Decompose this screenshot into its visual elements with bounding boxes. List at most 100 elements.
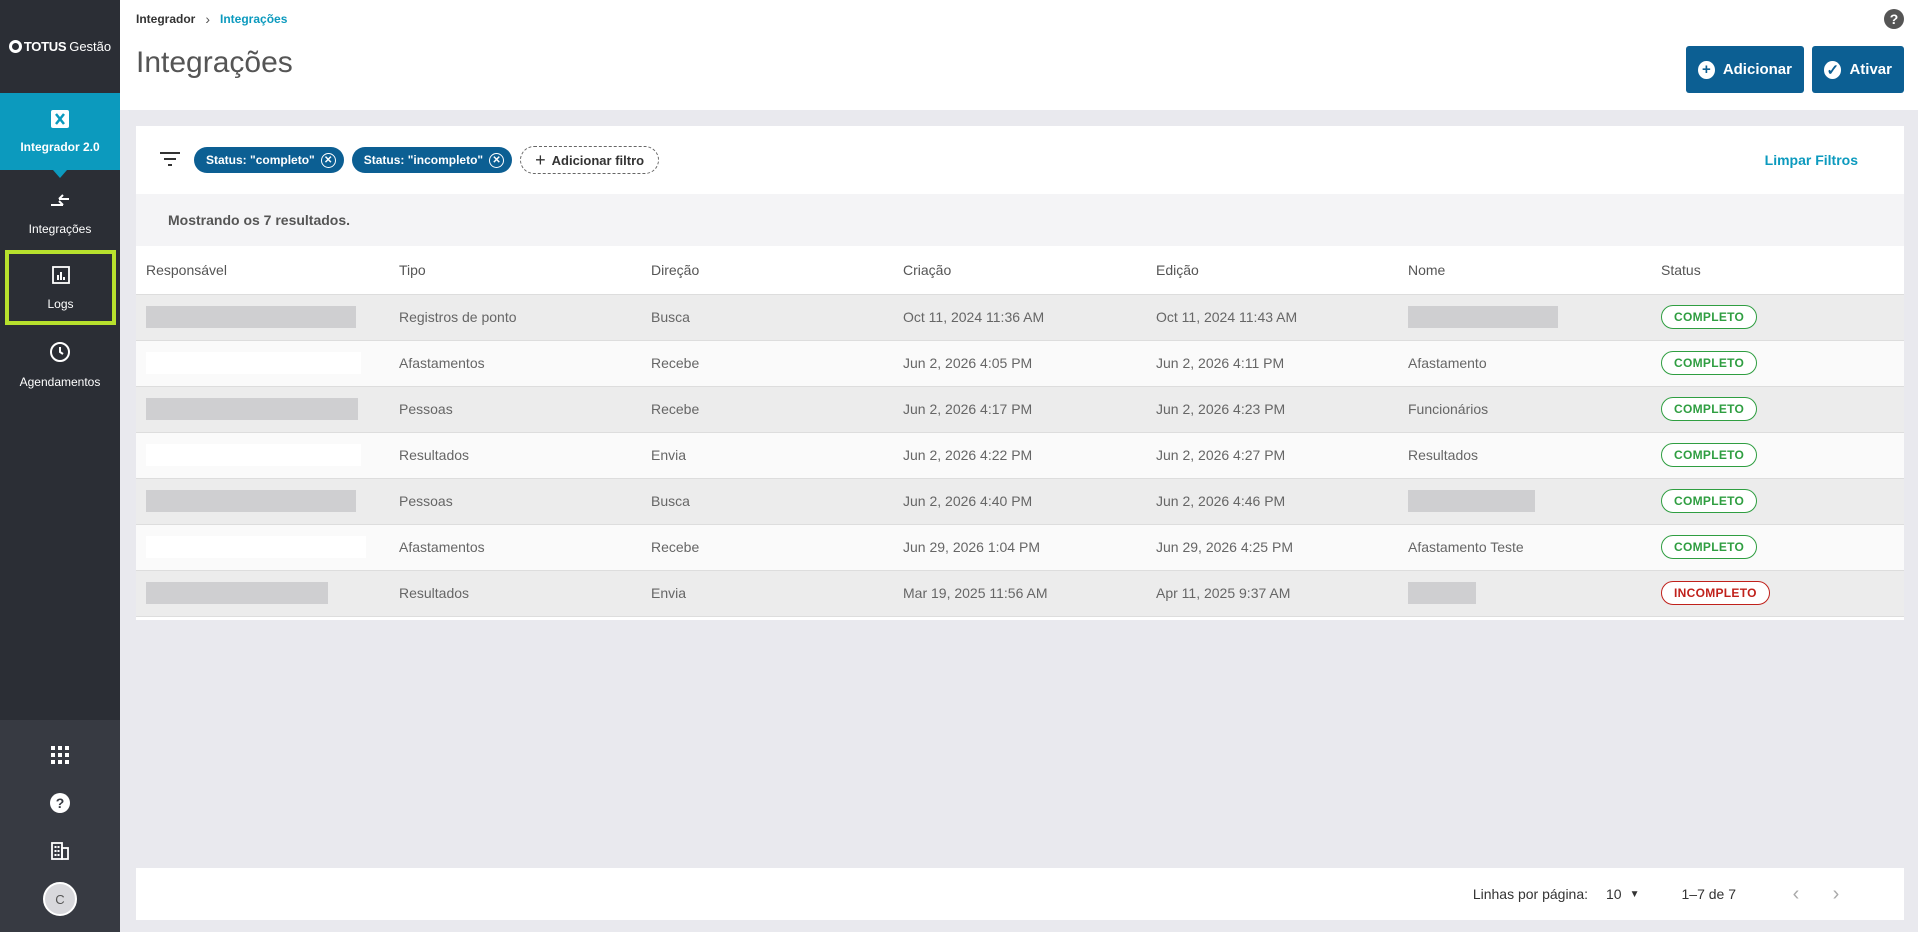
redacted-block bbox=[146, 398, 358, 420]
cell-direcao: Recebe bbox=[641, 386, 893, 433]
cell-tipo: Pessoas bbox=[389, 386, 641, 433]
add-button[interactable]: + Adicionar bbox=[1686, 46, 1804, 93]
cell-criacao: Jun 2, 2026 4:05 PM bbox=[893, 340, 1146, 387]
sidebar-item-label: Logs bbox=[47, 296, 74, 311]
cell-status: INCOMPLETO bbox=[1651, 570, 1904, 617]
column-header-responsavel[interactable]: Responsável bbox=[136, 246, 389, 295]
redacted-block bbox=[146, 306, 356, 328]
rows-per-page-label: Linhas por página: bbox=[1472, 886, 1589, 902]
logo-product: Gestão bbox=[69, 39, 112, 54]
avatar[interactable]: C bbox=[43, 882, 77, 916]
cell-nome: Resultados bbox=[1398, 432, 1651, 479]
redacted-block bbox=[146, 444, 361, 466]
add-filter-button[interactable]: + Adicionar filtro bbox=[520, 146, 660, 174]
redacted-block bbox=[146, 582, 328, 604]
column-header-nome[interactable]: Nome bbox=[1398, 246, 1651, 295]
filter-bar: Status: "completo" ✕ Status: "incompleto… bbox=[136, 126, 1904, 194]
sidebar-item-integrador[interactable]: Integrador 2.0 bbox=[0, 93, 120, 178]
filter-chip-completo[interactable]: Status: "completo" ✕ bbox=[194, 147, 344, 173]
cell-status: COMPLETO bbox=[1651, 340, 1904, 387]
column-header-tipo[interactable]: Tipo bbox=[389, 246, 641, 295]
logo-ring-icon bbox=[8, 40, 22, 53]
pagination-range: 1–7 de 7 bbox=[1681, 886, 1737, 902]
apps-grid-icon[interactable] bbox=[49, 744, 71, 766]
sidebar-item-agendamentos[interactable]: Agendamentos bbox=[0, 328, 120, 402]
logo: TOTUS Gestão bbox=[0, 0, 120, 93]
arrows-swap-icon bbox=[49, 194, 71, 215]
table-row[interactable]: Resultados Envia Mar 19, 2025 11:56 AM A… bbox=[136, 570, 1904, 617]
breadcrumb-item-current[interactable]: Integrações bbox=[220, 12, 287, 26]
cell-edicao: Jun 2, 2026 4:27 PM bbox=[1146, 432, 1398, 479]
building-icon[interactable] bbox=[49, 840, 71, 862]
filter-icon[interactable] bbox=[160, 152, 182, 168]
clear-filters-link[interactable]: Limpar Filtros bbox=[1765, 152, 1858, 168]
rows-per-page-select[interactable]: 10 ▼ bbox=[1606, 886, 1639, 902]
column-header-status[interactable]: Status bbox=[1651, 246, 1904, 295]
sidebar-item-label: Agendamentos bbox=[19, 375, 101, 389]
close-icon[interactable]: ✕ bbox=[489, 152, 505, 168]
redacted-block bbox=[146, 352, 361, 374]
status-badge: COMPLETO bbox=[1661, 535, 1758, 559]
table-row[interactable]: Registros de ponto Busca Oct 11, 2024 11… bbox=[136, 294, 1904, 341]
status-badge: INCOMPLETO bbox=[1661, 581, 1770, 605]
status-badge: COMPLETO bbox=[1661, 351, 1758, 375]
redacted-block bbox=[146, 536, 366, 558]
cell-criacao: Jun 2, 2026 4:17 PM bbox=[893, 386, 1146, 433]
cell-tipo: Resultados bbox=[389, 432, 641, 479]
cell-nome bbox=[1398, 570, 1651, 617]
svg-text:?: ? bbox=[56, 795, 65, 811]
cell-nome bbox=[1398, 294, 1651, 341]
activate-button-label: Ativar bbox=[1849, 61, 1892, 78]
filter-chip-label: Status: "incompleto" bbox=[363, 153, 484, 167]
table-row[interactable]: Afastamentos Recebe Jun 29, 2026 1:04 PM… bbox=[136, 524, 1904, 571]
cell-edicao: Apr 11, 2025 9:37 AM bbox=[1146, 570, 1398, 617]
chevron-right-icon: › bbox=[205, 11, 211, 27]
sidebar: TOTUS Gestão Integrador 2.0 Integrações … bbox=[0, 0, 120, 932]
chart-icon bbox=[51, 265, 71, 290]
cell-tipo: Afastamentos bbox=[389, 340, 641, 387]
activate-button[interactable]: ✓ Ativar bbox=[1812, 46, 1904, 93]
integrations-table: Responsável Tipo Direção Criação Edição … bbox=[136, 246, 1904, 617]
cell-responsavel bbox=[136, 524, 389, 571]
cell-tipo: Afastamentos bbox=[389, 524, 641, 571]
table-row[interactable]: Resultados Envia Jun 2, 2026 4:22 PM Jun… bbox=[136, 432, 1904, 479]
breadcrumb-item[interactable]: Integrador bbox=[136, 12, 195, 26]
filter-chip-incompleto[interactable]: Status: "incompleto" ✕ bbox=[351, 147, 513, 173]
cell-responsavel bbox=[136, 432, 389, 479]
sidebar-item-integracoes[interactable]: Integrações bbox=[0, 178, 120, 252]
column-header-edicao[interactable]: Edição bbox=[1146, 246, 1398, 295]
table-row[interactable]: Afastamentos Recebe Jun 2, 2026 4:05 PM … bbox=[136, 340, 1904, 387]
check-circle-icon: ✓ bbox=[1824, 60, 1842, 79]
cell-edicao: Jun 29, 2026 4:25 PM bbox=[1146, 524, 1398, 571]
help-icon[interactable]: ? bbox=[1884, 9, 1904, 29]
redacted-block bbox=[1408, 306, 1558, 328]
table-header-row: Responsável Tipo Direção Criação Edição … bbox=[136, 246, 1904, 295]
cell-responsavel bbox=[136, 570, 389, 617]
plus-circle-icon: + bbox=[1698, 60, 1715, 79]
table-row[interactable]: Pessoas Recebe Jun 2, 2026 4:17 PM Jun 2… bbox=[136, 386, 1904, 433]
status-badge: COMPLETO bbox=[1661, 489, 1758, 513]
status-badge: COMPLETO bbox=[1661, 443, 1758, 467]
sidebar-bottom: ? C bbox=[0, 720, 120, 932]
help-circle-icon[interactable]: ? bbox=[49, 792, 71, 814]
redacted-block bbox=[1408, 582, 1476, 604]
cell-criacao: Jun 29, 2026 1:04 PM bbox=[893, 524, 1146, 571]
table-row[interactable]: Pessoas Busca Jun 2, 2026 4:40 PM Jun 2,… bbox=[136, 478, 1904, 525]
caret-down-icon: ▼ bbox=[1629, 888, 1640, 900]
cell-edicao: Jun 2, 2026 4:46 PM bbox=[1146, 478, 1398, 525]
sidebar-item-label: Integrador 2.0 bbox=[20, 140, 100, 154]
redacted-block bbox=[1408, 490, 1535, 512]
cell-criacao: Mar 19, 2025 11:56 AM bbox=[893, 570, 1146, 617]
breadcrumb: Integrador › Integrações bbox=[136, 11, 287, 27]
cell-direcao: Recebe bbox=[641, 524, 893, 571]
column-header-direcao[interactable]: Direção bbox=[641, 246, 893, 295]
close-icon[interactable]: ✕ bbox=[320, 152, 336, 168]
add-filter-label: Adicionar filtro bbox=[551, 152, 645, 168]
sidebar-item-logs[interactable]: Logs bbox=[5, 250, 116, 325]
cell-nome: Afastamento Teste bbox=[1398, 524, 1651, 571]
sidebar-item-label: Integrações bbox=[28, 222, 92, 236]
column-header-criacao[interactable]: Criação bbox=[893, 246, 1146, 295]
cell-responsavel bbox=[136, 340, 389, 387]
chevron-right-icon[interactable]: › bbox=[1816, 883, 1856, 906]
chevron-left-icon[interactable]: ‹ bbox=[1776, 883, 1816, 906]
